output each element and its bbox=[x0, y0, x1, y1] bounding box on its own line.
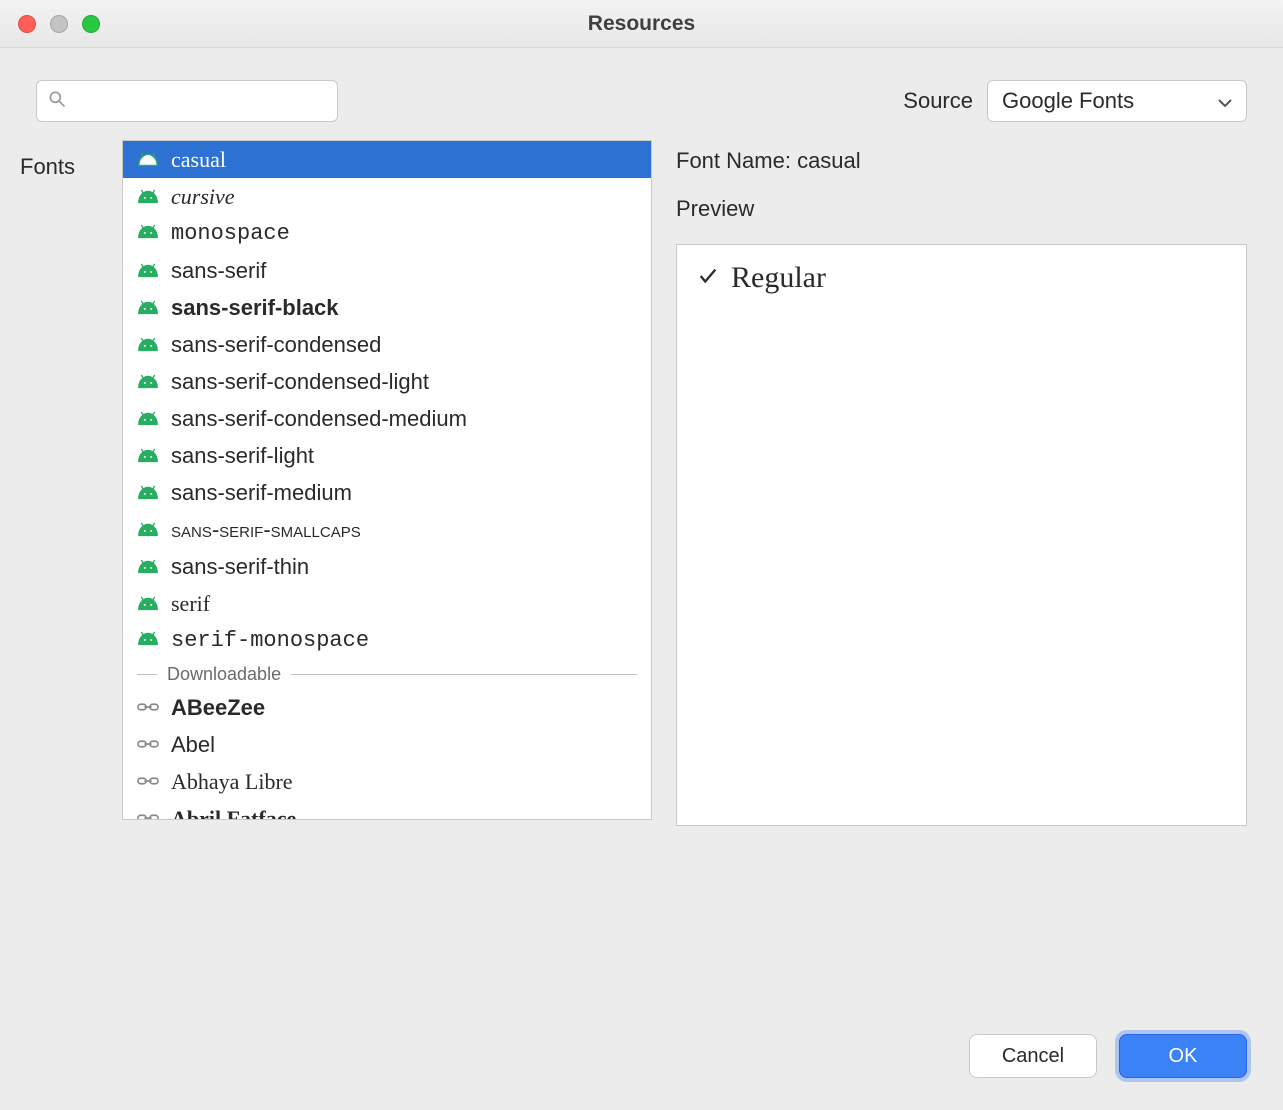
android-icon bbox=[137, 147, 159, 173]
body: Fonts casual cursive monospace sans-serif sa… bbox=[0, 140, 1283, 826]
font-item-monospace[interactable]: monospace bbox=[123, 215, 651, 252]
search-icon bbox=[37, 89, 67, 114]
android-icon bbox=[137, 628, 159, 653]
font-item-label: monospace bbox=[171, 221, 290, 246]
android-icon bbox=[137, 332, 159, 358]
font-item-label: sans-serif-light bbox=[171, 443, 314, 469]
android-icon bbox=[137, 184, 159, 210]
zoom-window-button[interactable] bbox=[82, 15, 100, 33]
font-item-label: sans-serif bbox=[171, 258, 266, 284]
window-controls bbox=[0, 15, 100, 33]
android-icon bbox=[137, 443, 159, 469]
resources-dialog: Resources Source Google Fonts Fonts casu… bbox=[0, 0, 1283, 1110]
source-select-value: Google Fonts bbox=[1002, 88, 1134, 114]
source-label: Source bbox=[903, 88, 973, 114]
font-item-sans-serif-condensed[interactable]: sans-serif-condensed bbox=[123, 326, 651, 363]
font-item-label: sans-serif-smallcaps bbox=[171, 517, 361, 543]
android-icon bbox=[137, 480, 159, 506]
titlebar: Resources bbox=[0, 0, 1283, 48]
font-item-sans-serif-condensed-light[interactable]: sans-serif-condensed-light bbox=[123, 363, 651, 400]
font-item-cursive[interactable]: cursive bbox=[123, 178, 651, 215]
ok-button-label: OK bbox=[1169, 1045, 1198, 1068]
search-input[interactable] bbox=[67, 91, 337, 112]
font-item-label: casual bbox=[171, 147, 226, 173]
font-item-label: Abril Fatface bbox=[171, 806, 296, 820]
fonts-section-label: Fonts bbox=[20, 140, 98, 180]
font-item-casual[interactable]: casual bbox=[123, 141, 651, 178]
font-item-abhaya-libre[interactable]: Abhaya Libre bbox=[123, 763, 651, 800]
font-name-value: casual bbox=[797, 148, 861, 173]
font-list-scroll[interactable]: casual cursive monospace sans-serif sans-ser… bbox=[123, 141, 651, 819]
font-item-label: Abel bbox=[171, 732, 215, 758]
font-item-label: sans-serif-medium bbox=[171, 480, 352, 506]
font-item-label: sans-serif-condensed-light bbox=[171, 369, 429, 395]
font-item-label: cursive bbox=[171, 184, 235, 210]
font-item-label: serif bbox=[171, 591, 210, 617]
font-item-serif-monospace[interactable]: serif-monospace bbox=[123, 622, 651, 659]
font-item-sans-serif-black[interactable]: sans-serif-black bbox=[123, 289, 651, 326]
source-select[interactable]: Google Fonts bbox=[987, 80, 1247, 122]
font-item-abeezee[interactable]: ABeeZee bbox=[123, 689, 651, 726]
android-icon bbox=[137, 258, 159, 284]
separator-label: Downloadable bbox=[167, 664, 281, 685]
font-list: casual cursive monospace sans-serif sans-ser… bbox=[122, 140, 652, 820]
downloadable-separator: Downloadable bbox=[123, 659, 651, 689]
link-icon bbox=[137, 769, 159, 795]
android-icon bbox=[137, 369, 159, 395]
font-item-abril-fatface[interactable]: Abril Fatface bbox=[123, 800, 651, 819]
check-icon bbox=[697, 261, 719, 295]
font-item-abel[interactable]: Abel bbox=[123, 726, 651, 763]
close-window-button[interactable] bbox=[18, 15, 36, 33]
font-item-sans-serif[interactable]: sans-serif bbox=[123, 252, 651, 289]
font-item-label: sans-serif-condensed-medium bbox=[171, 406, 467, 432]
font-item-sans-serif-condensed-medium[interactable]: sans-serif-condensed-medium bbox=[123, 400, 651, 437]
font-item-label: Abhaya Libre bbox=[171, 769, 293, 795]
font-item-sans-serif-smallcaps[interactable]: sans-serif-smallcaps bbox=[123, 511, 651, 548]
window-title: Resources bbox=[0, 12, 1283, 36]
font-name-row: Font Name: casual bbox=[676, 148, 1247, 174]
android-icon bbox=[137, 591, 159, 617]
font-item-sans-serif-light[interactable]: sans-serif-light bbox=[123, 437, 651, 474]
android-icon bbox=[137, 406, 159, 432]
search-field[interactable] bbox=[36, 80, 338, 122]
preview-item[interactable]: Regular bbox=[697, 261, 1226, 295]
preview-box: Regular bbox=[676, 244, 1247, 826]
font-item-serif[interactable]: serif bbox=[123, 585, 651, 622]
font-item-sans-serif-thin[interactable]: sans-serif-thin bbox=[123, 548, 651, 585]
dialog-footer: Cancel OK bbox=[969, 1034, 1247, 1078]
ok-button[interactable]: OK bbox=[1119, 1034, 1247, 1078]
link-icon bbox=[137, 806, 159, 820]
android-icon bbox=[137, 517, 159, 543]
preview-label: Preview bbox=[676, 196, 1247, 222]
android-icon bbox=[137, 221, 159, 246]
link-icon bbox=[137, 695, 159, 721]
minimize-window-button[interactable] bbox=[50, 15, 68, 33]
font-name-label: Font Name: bbox=[676, 148, 791, 173]
chevron-down-icon bbox=[1218, 88, 1232, 114]
font-item-label: sans-serif-thin bbox=[171, 554, 309, 580]
android-icon bbox=[137, 295, 159, 321]
toolbar: Source Google Fonts bbox=[0, 48, 1283, 140]
cancel-button-label: Cancel bbox=[1002, 1045, 1064, 1068]
font-item-sans-serif-medium[interactable]: sans-serif-medium bbox=[123, 474, 651, 511]
details-pane: Font Name: casual Preview Regular bbox=[676, 140, 1247, 826]
cancel-button[interactable]: Cancel bbox=[969, 1034, 1097, 1078]
link-icon bbox=[137, 732, 159, 758]
font-item-label: sans-serif-condensed bbox=[171, 332, 381, 358]
preview-item-label: Regular bbox=[731, 261, 826, 295]
font-item-label: sans-serif-black bbox=[171, 295, 339, 321]
android-icon bbox=[137, 554, 159, 580]
font-item-label: serif-monospace bbox=[171, 628, 369, 653]
font-item-label: ABeeZee bbox=[171, 695, 265, 721]
